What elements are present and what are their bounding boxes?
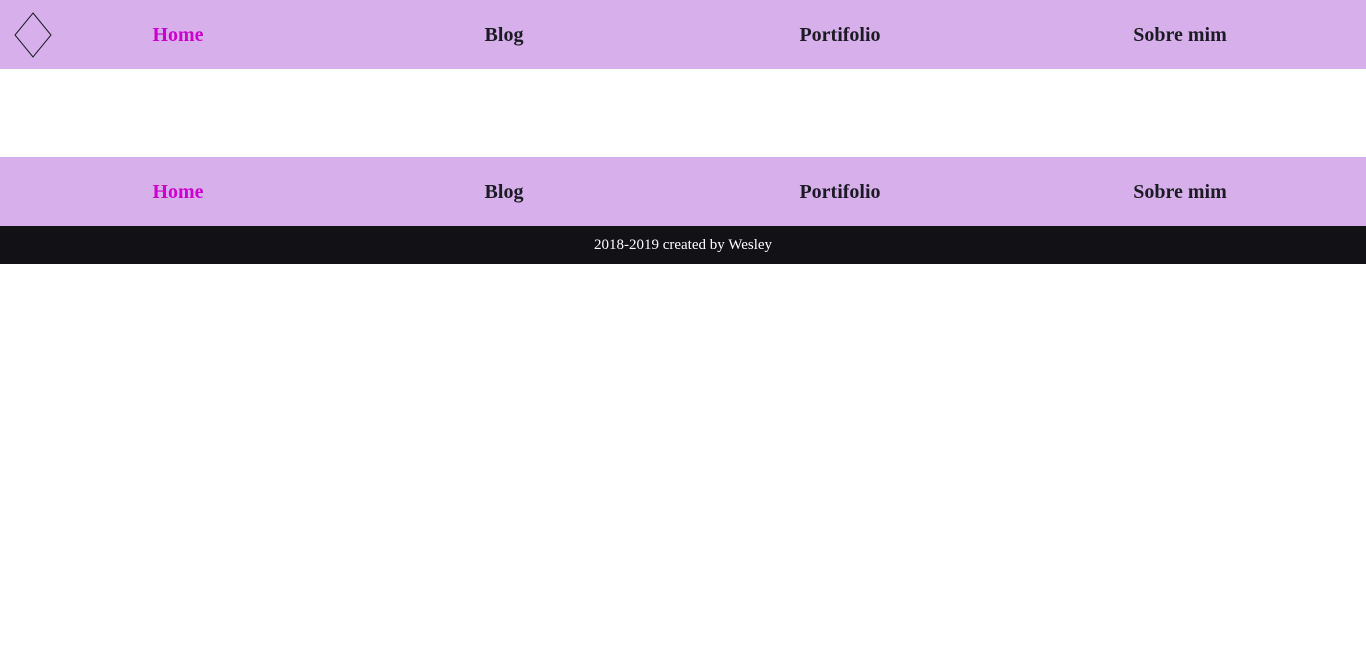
main-content [0, 69, 1366, 157]
footer-nav-blog-link[interactable]: Blog [485, 157, 524, 226]
header-nav-home-link[interactable]: Home [152, 0, 203, 69]
page-footer: Home Blog Portifolio Sobre mim 2018-2019… [0, 157, 1366, 264]
diamond-outline-icon[interactable] [14, 12, 54, 58]
footer-nav-about-link[interactable]: Sobre mim [1133, 157, 1227, 226]
copyright-text: 2018-2019 created by Wesley [0, 226, 1366, 264]
header-nav-about-link[interactable]: Sobre mim [1133, 0, 1227, 69]
header-nav-portfolio-link[interactable]: Portifolio [799, 0, 880, 69]
footer-nav-home-link[interactable]: Home [152, 157, 203, 226]
header-nav-blog-link[interactable]: Blog [485, 0, 524, 69]
header-navbar: Home Blog Portifolio Sobre mim [0, 0, 1366, 69]
footer-navbar: Home Blog Portifolio Sobre mim [0, 157, 1366, 226]
footer-nav-portfolio-link[interactable]: Portifolio [799, 157, 880, 226]
